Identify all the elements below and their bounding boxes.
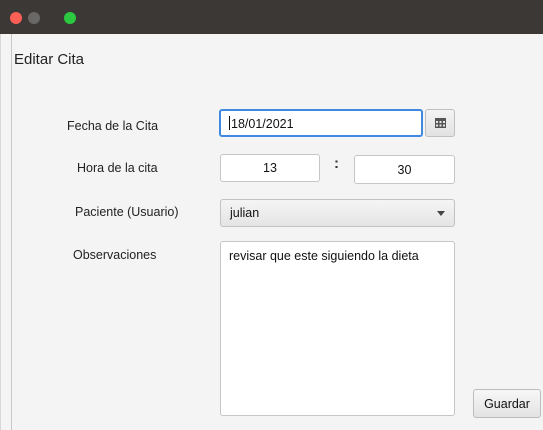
- observaciones-label: Observaciones: [73, 248, 157, 262]
- paciente-select[interactable]: julian: [220, 199, 455, 227]
- save-button[interactable]: Guardar: [473, 389, 541, 418]
- close-window-button[interactable]: [10, 12, 22, 24]
- hora-label: Hora de la cita: [77, 161, 158, 175]
- title-bar: [0, 0, 543, 34]
- fecha-input[interactable]: 18/01/2021: [219, 109, 423, 137]
- fecha-value: 18/01/2021: [231, 117, 294, 131]
- form-panel: Editar Cita Fecha de la Cita 18/01/2021 …: [11, 34, 543, 430]
- calendar-icon: [435, 118, 446, 128]
- minimize-window-button[interactable]: [28, 12, 40, 24]
- minute-input[interactable]: 30: [354, 155, 455, 184]
- window-content: Editar Cita Fecha de la Cita 18/01/2021 …: [0, 34, 543, 430]
- maximize-window-button[interactable]: [64, 12, 76, 24]
- text-caret: [229, 116, 230, 130]
- page-title: Editar Cita: [14, 51, 85, 68]
- observaciones-textarea[interactable]: revisar que este siguiendo la dieta: [220, 241, 455, 416]
- fecha-label: Fecha de la Cita: [67, 119, 159, 133]
- date-picker-button[interactable]: [425, 109, 455, 137]
- paciente-label: Paciente (Usuario): [75, 205, 179, 219]
- time-separator: :: [334, 155, 339, 172]
- paciente-selected-value: julian: [230, 206, 260, 220]
- hour-input[interactable]: 13: [220, 154, 320, 182]
- chevron-down-icon: [437, 211, 445, 216]
- app-window: Editar Cita Fecha de la Cita 18/01/2021 …: [0, 0, 543, 430]
